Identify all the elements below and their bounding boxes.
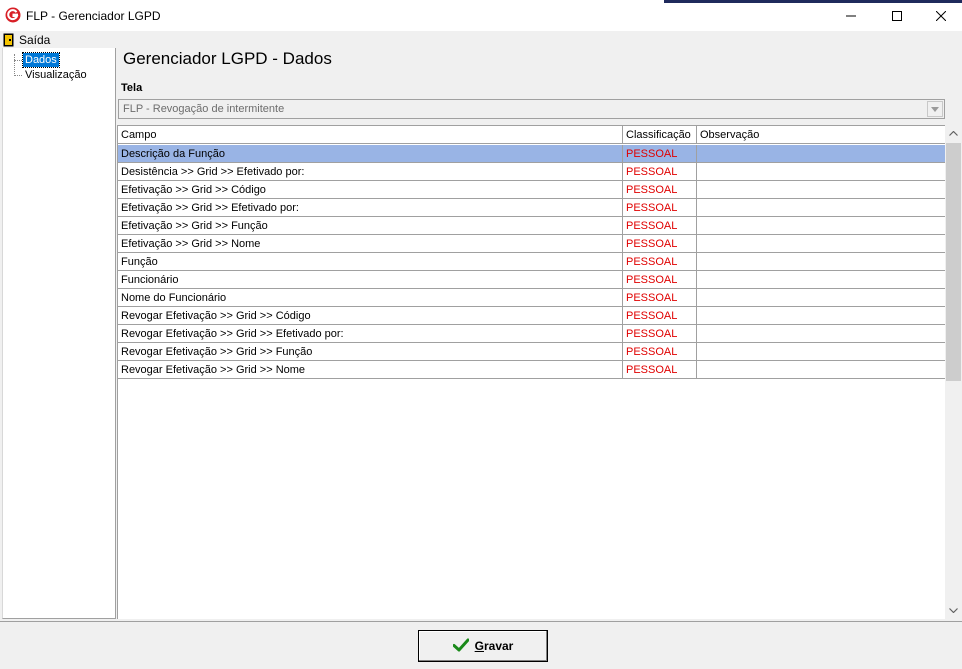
grid-header: Campo Classificação Observação [118,126,946,144]
table-row[interactable]: Revogar Efetivação >> Grid >> Nome PESSOA… [118,361,946,379]
minimize-button[interactable] [828,0,874,31]
table-row[interactable]: Nome do Funcionário PESSOAL [118,289,946,307]
cell-observacao[interactable] [697,253,946,271]
cell-campo[interactable]: Efetivação >> Grid >> Código [118,181,623,199]
cell-campo[interactable]: Descrição da Função [118,145,623,163]
table-row[interactable]: Descrição da Função PESSOAL [118,145,946,163]
column-header-classificacao[interactable]: Classificação [623,126,697,144]
title-bar: FLP - Gerenciador LGPD [0,0,962,31]
chevron-down-icon [949,608,958,613]
scrollbar-thumb[interactable] [946,143,961,381]
table-row[interactable]: Revogar Efetivação >> Grid >> Efetivado … [118,325,946,343]
cell-observacao[interactable] [697,343,946,361]
tela-select[interactable]: FLP - Revogação de intermitente [118,99,945,119]
maximize-icon [892,10,902,21]
cell-observacao[interactable] [697,289,946,307]
gravar-button[interactable]: Gravar [418,630,548,662]
cell-classificacao[interactable]: PESSOAL [623,235,697,253]
menu-bar: Saída [0,31,962,48]
cell-observacao[interactable] [697,235,946,253]
cell-classificacao[interactable]: PESSOAL [623,325,697,343]
table-row[interactable]: Função PESSOAL [118,253,946,271]
cell-classificacao[interactable]: PESSOAL [623,181,697,199]
cell-campo[interactable]: Efetivação >> Grid >> Função [118,217,623,235]
gravar-mnemonic: G [474,639,484,653]
cell-classificacao[interactable]: PESSOAL [623,199,697,217]
table-row[interactable]: Efetivação >> Grid >> Função PESSOAL [118,217,946,235]
cell-classificacao[interactable]: PESSOAL [623,361,697,379]
tree-connector-branch [14,60,22,61]
gravar-label: Gravar [475,639,514,653]
column-header-campo[interactable]: Campo [118,126,623,144]
chevron-up-icon [949,131,958,136]
cell-classificacao[interactable]: PESSOAL [623,289,697,307]
close-icon [936,10,946,21]
cell-campo[interactable]: Revogar Efetivação >> Grid >> Efetivado … [118,325,623,343]
navigation-tree: Dados Visualização [2,48,116,619]
cell-observacao[interactable] [697,325,946,343]
table-row[interactable]: Revogar Efetivação >> Grid >> Função PESS… [118,343,946,361]
close-button[interactable] [918,0,962,31]
table-row[interactable]: Efetivação >> Grid >> Efetivado por: PESS… [118,199,946,217]
minimize-icon [846,15,856,16]
cell-classificacao[interactable]: PESSOAL [623,163,697,181]
table-row[interactable]: Funcionário PESSOAL [118,271,946,289]
cell-classificacao[interactable]: PESSOAL [623,253,697,271]
cell-campo[interactable]: Revogar Efetivação >> Grid >> Nome [118,361,623,379]
app-logo-icon [5,7,21,23]
cell-observacao[interactable] [697,217,946,235]
cell-observacao[interactable] [697,163,946,181]
tree-item-visualizacao[interactable]: Visualização [23,68,89,82]
cell-campo[interactable]: Revogar Efetivação >> Grid >> Código [118,307,623,325]
tela-select-value: FLP - Revogação de intermitente [123,103,285,115]
tree-item-dados[interactable]: Dados [22,52,60,68]
cell-observacao[interactable] [697,145,946,163]
scroll-down-button[interactable] [945,602,962,619]
cell-classificacao[interactable]: PESSOAL [623,343,697,361]
cell-classificacao[interactable]: PESSOAL [623,217,697,235]
vertical-scrollbar[interactable] [945,125,962,619]
menu-item-saida[interactable]: Saída [3,31,50,48]
menu-item-label: Saída [19,32,51,47]
cell-campo[interactable]: Funcionário [118,271,623,289]
door-exit-icon [3,33,14,47]
cell-campo[interactable]: Desistência >> Grid >> Efetivado por: [118,163,623,181]
cell-observacao[interactable] [697,271,946,289]
scroll-up-button[interactable] [945,125,962,142]
tree-connector-line [14,54,23,76]
cell-campo[interactable]: Revogar Efetivação >> Grid >> Função [118,343,623,361]
cell-classificacao[interactable]: PESSOAL [623,145,697,163]
table-row[interactable]: Desistência >> Grid >> Efetivado por: PES… [118,163,946,181]
chevron-down-icon[interactable] [927,101,943,117]
cell-classificacao[interactable]: PESSOAL [623,271,697,289]
cell-campo[interactable]: Nome do Funcionário [118,289,623,307]
cell-campo[interactable]: Efetivação >> Grid >> Efetivado por: [118,199,623,217]
page-title: Gerenciador LGPD - Dados [123,49,332,68]
maximize-button[interactable] [874,0,920,31]
cell-classificacao[interactable]: PESSOAL [623,307,697,325]
checkmark-icon [452,638,470,655]
tree-connector-branch [14,75,22,76]
cell-observacao[interactable] [697,361,946,379]
gravar-label-rest: ravar [483,639,514,653]
cell-observacao[interactable] [697,307,946,325]
table-row[interactable]: Revogar Efetivação >> Grid >> Código PESS… [118,307,946,325]
tela-label: Tela [121,82,143,94]
cell-observacao[interactable] [697,199,946,217]
window-title: FLP - Gerenciador LGPD [26,9,161,23]
table-row[interactable]: Efetivação >> Grid >> Código PESSOAL [118,181,946,199]
app-window: FLP - Gerenciador LGPD Saída Dados Visua… [0,0,962,669]
data-grid[interactable]: Campo Classificação Observação Descrição… [117,125,962,619]
table-row[interactable]: Efetivação >> Grid >> Nome PESSOAL [118,235,946,253]
column-header-observacao[interactable]: Observação [697,126,946,144]
cell-campo[interactable]: Função [118,253,623,271]
cell-campo[interactable]: Efetivação >> Grid >> Nome [118,235,623,253]
cell-observacao[interactable] [697,181,946,199]
